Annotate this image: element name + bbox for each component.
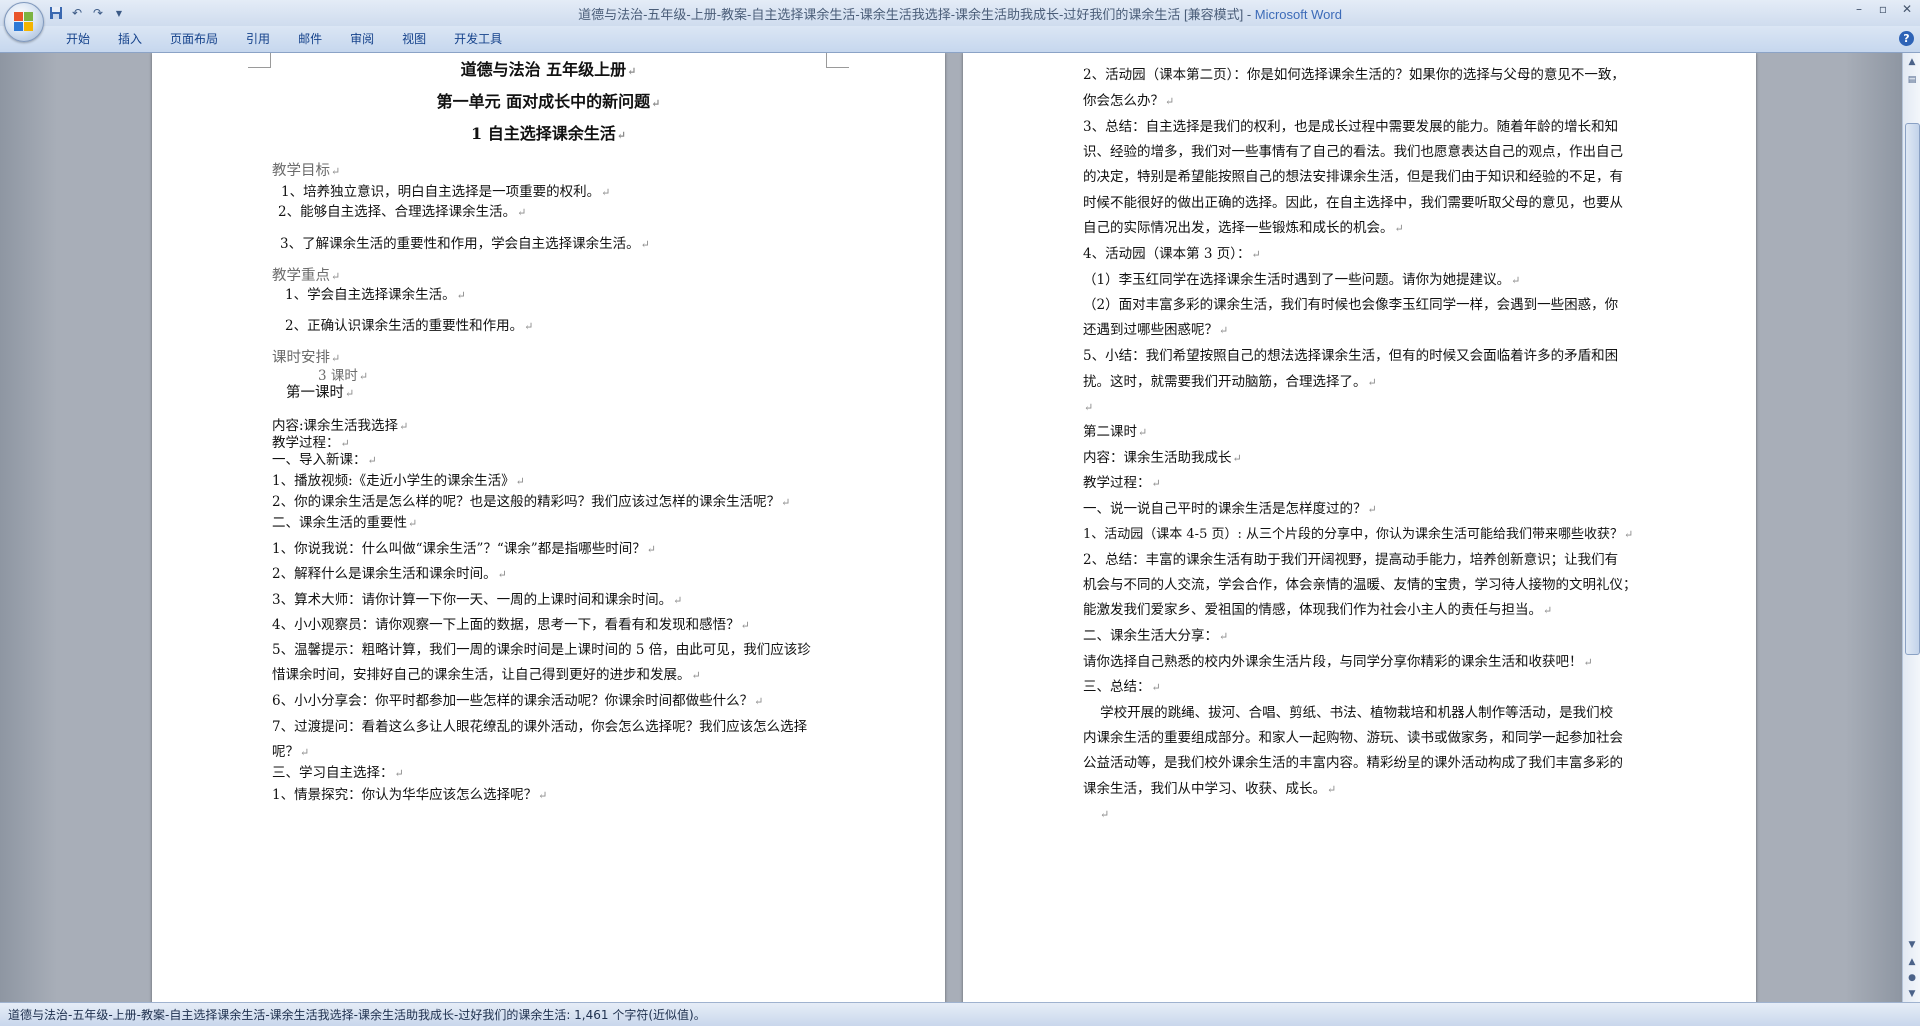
tab-mailings[interactable]: 邮件 [284, 30, 336, 48]
paragraph: 1、活动园（课本 4-5 页）: 从三个片段的分享中，你认为课余生活可能给我们带… [1083, 527, 1634, 542]
tab-insert[interactable]: 插入 [104, 30, 156, 48]
empty-paragraph: ↵ [1100, 808, 1110, 821]
paragraph: 扰。这时，就需要我们开动脑筋，合理选择了。↵ [1083, 374, 1377, 390]
paragraph: 你会怎么办？↵ [1083, 93, 1175, 109]
paragraph: 内课余生活的重要组成部分。和家人一起购物、游玩、读书或做家务，和同学一起参加社会 [1083, 730, 1623, 746]
paragraph: 2、你的课余生活是怎么样的呢？也是这般的精彩吗？我们应该过怎样的课余生活呢？↵ [272, 494, 791, 510]
tab-references[interactable]: 引用 [232, 30, 284, 48]
paragraph: 三、总结：↵ [1083, 679, 1161, 695]
paragraph: 2、正确认识课余生活的重要性和作用。↵ [285, 318, 534, 334]
document-page-left[interactable]: 道德与法治 五年级上册↵ 第一单元 面对成长中的新问题↵ 1 自主选择课余生活↵… [152, 53, 945, 1002]
paragraph: 内容：课余生活助我成长↵ [1083, 450, 1242, 466]
next-page-icon[interactable]: ▼ [1905, 987, 1919, 1001]
paragraph: 的决定，特别是希望能按照自己的想法安排课余生活，但是我们由于知识和经验的不足，有 [1083, 169, 1623, 185]
tab-page-layout[interactable]: 页面布局 [156, 30, 232, 48]
paragraph: （1）李玉红同学在选择课余生活时遇到了一些问题。请你为她提建议。↵ [1083, 272, 1521, 288]
scroll-down-icon[interactable]: ▼ [1905, 938, 1919, 952]
paragraph: 2、活动园（课本第二页）：你是如何选择课余生活的？如果你的选择与父母的意见不一致… [1083, 67, 1625, 83]
ruler-toggle-icon[interactable]: ▤ [1905, 73, 1919, 87]
maximize-icon[interactable]: ▫ [1876, 2, 1890, 16]
paragraph: 一、导入新课：↵ [272, 452, 377, 468]
status-text: 道德与法治-五年级-上册-教案-自主选择课余生活-课余生活我选择-课余生活助我成… [8, 1008, 706, 1022]
office-button-icon [14, 12, 34, 32]
paragraph: 第一课时↵ [286, 385, 355, 401]
paragraph: 7、过渡提问：看着这么多让人眼花缭乱的课外活动，你会怎么选择呢？我们应该怎么选择 [272, 719, 808, 735]
select-browse-object-icon[interactable]: ● [1905, 971, 1919, 985]
empty-paragraph: ↵ [1084, 401, 1094, 414]
paragraph: 学校开展的跳绳、拔河、合唱、剪纸、书法、植物栽培和机器人制作等活动，是我们校 [1083, 705, 1614, 721]
paragraph: 6、小小分享会：你平时都参加一些怎样的课余活动呢？你课余时间都做些什么？↵ [272, 693, 764, 709]
paragraph: 自己的实际情况出发，选择一些锻炼和成长的机会。↵ [1083, 220, 1404, 236]
paragraph: 请你选择自己熟悉的校内外课余生活片段，与同学分享你精彩的课余生活和收获吧！↵ [1083, 654, 1593, 670]
paragraph: 2、总结：丰富的课余生活有助于我们开阔视野，提高动手能力，培养创新意识；让我们有 [1083, 552, 1619, 568]
previous-page-icon[interactable]: ▲ [1905, 955, 1919, 969]
ribbon-tab-bar: 开始 插入 页面布局 引用 邮件 审阅 视图 开发工具 ? [0, 26, 1920, 53]
paragraph: 1、你说我说：什么叫做“课余生活”？“课余”都是指哪些时间？↵ [272, 541, 656, 557]
paragraph: 还遇到过哪些困惑呢？↵ [1083, 322, 1229, 338]
section-heading: 课时安排↵ [272, 350, 341, 366]
tab-home[interactable]: 开始 [52, 30, 104, 48]
scrollbar-thumb[interactable] [1905, 123, 1920, 655]
paragraph: 1、播放视频:《走近小学生的课余生活》↵ [272, 473, 525, 489]
paragraph: 5、温馨提示：粗略计算，我们一周的课余时间是上课时间的 5 倍，由此可见，我们应… [272, 642, 811, 658]
paragraph: 识、经验的增多，我们对一些事情有了自己的看法。我们也愿意表达自己的观点，作出自己 [1083, 144, 1623, 160]
help-icon[interactable]: ? [1899, 31, 1914, 46]
paragraph: 教学过程：↵ [1083, 475, 1161, 491]
paragraph: 2、能够自主选择、合理选择课余生活。↵ [278, 204, 527, 220]
title-bar: ↶ ↷ ▼ 道德与法治-五年级-上册-教案-自主选择课余生活-课余生活我选择-课… [0, 0, 1920, 26]
paragraph: 机会与不同的人交流，学会合作，体会亲情的温暖、友情的宝贵，学习待人接物的文明礼仪… [1083, 577, 1637, 593]
paragraph: 5、小结：我们希望按照自己的想法选择课余生活，但有的时候又会面临着许多的矛盾和困 [1083, 348, 1619, 364]
paragraph: 1、培养独立意识，明白自主选择是一项重要的权利。↵ [281, 184, 611, 200]
tab-view[interactable]: 视图 [388, 30, 440, 48]
window-title: 道德与法治-五年级-上册-教案-自主选择课余生活-课余生活我选择-课余生活助我成… [0, 4, 1920, 23]
paragraph: 第二课时↵ [1083, 424, 1148, 440]
paragraph: 惜课余时间，安排好自己的课余生活，让自己得到更好的进步和发展。↵ [272, 667, 701, 683]
section-heading: 教学重点↵ [272, 268, 341, 284]
vertical-scrollbar[interactable]: ▲ ▤ ▼ ▲ ● ▼ [1902, 53, 1920, 1002]
close-icon[interactable]: ✕ [1900, 2, 1914, 16]
window-title-app: Microsoft Word [1254, 7, 1342, 22]
paragraph: 4、活动园（课本第 3 页）：↵ [1083, 246, 1261, 262]
lesson-title: 1 自主选择课余生活↵ [471, 124, 626, 143]
paragraph: 呢？↵ [272, 744, 310, 760]
paragraph: （2）面对丰富多彩的课余生活，我们有时候也会像李玉红同学一样，会遇到一些困惑，你 [1083, 297, 1619, 313]
paragraph: 3、算术大师：请你计算一下你一天、一周的上课时间和课余时间。↵ [272, 592, 683, 608]
tab-review[interactable]: 审阅 [336, 30, 388, 48]
doc-title: 道德与法治 五年级上册↵ [460, 60, 637, 79]
paragraph: 时候不能很好的做出正确的选择。因此，在自主选择中，我们需要听取父母的意见，也要从 [1083, 195, 1623, 211]
section-heading: 教学目标↵ [272, 163, 341, 179]
paragraph: 一、说一说自己平时的课余生活是怎样度过的？↵ [1083, 501, 1377, 517]
office-button[interactable] [4, 2, 44, 42]
scroll-up-icon[interactable]: ▲ [1905, 55, 1919, 69]
paragraph: 1、情景探究：你认为华华应该怎么选择呢？↵ [272, 787, 548, 803]
window-controls: – ▫ ✕ [1852, 2, 1914, 16]
unit-title: 第一单元 面对成长中的新问题↵ [436, 92, 661, 111]
paragraph: 3、总结：自主选择是我们的权利，也是成长过程中需要发展的能力。随着年龄的增长和知 [1083, 119, 1619, 135]
paragraph: 2、解释什么是课余生活和课余时间。↵ [272, 566, 507, 582]
paragraph: 3、了解课余生活的重要性和作用，学会自主选择课余生活。↵ [280, 236, 650, 252]
paragraph: 公益活动等，是我们校外课余生活的丰富内容。精彩纷呈的课外活动构成了我们丰富多彩的 [1083, 755, 1623, 771]
paragraph: 4、小小观察员：请你观察一下上面的数据，思考一下，看看有和发现和感悟？↵ [272, 617, 750, 633]
document-area[interactable]: 道德与法治 五年级上册↵ 第一单元 面对成长中的新问题↵ 1 自主选择课余生活↵… [0, 53, 1902, 1002]
paragraph: 二、课余生活大分享：↵ [1083, 628, 1229, 644]
minimize-icon[interactable]: – [1852, 2, 1866, 16]
paragraph: 1、学会自主选择课余生活。↵ [285, 287, 466, 303]
document-page-right[interactable]: 2、活动园（课本第二页）：你是如何选择课余生活的？如果你的选择与父母的意见不一致… [963, 53, 1756, 1002]
paragraph: 能激发我们爱家乡、爱祖国的情感，体现我们作为社会小主人的责任与担当。↵ [1083, 602, 1553, 618]
paragraph: 三、学习自主选择：↵ [272, 765, 404, 781]
window-title-document: 道德与法治-五年级-上册-教案-自主选择课余生活-课余生活我选择-课余生活助我成… [578, 7, 1255, 22]
status-bar: 道德与法治-五年级-上册-教案-自主选择课余生活-课余生活我选择-课余生活助我成… [0, 1002, 1920, 1026]
paragraph: 二、课余生活的重要性↵ [272, 515, 418, 531]
tab-developer[interactable]: 开发工具 [440, 30, 516, 48]
paragraph: 课余生活，我们从中学习、收获、成长。↵ [1083, 781, 1337, 797]
